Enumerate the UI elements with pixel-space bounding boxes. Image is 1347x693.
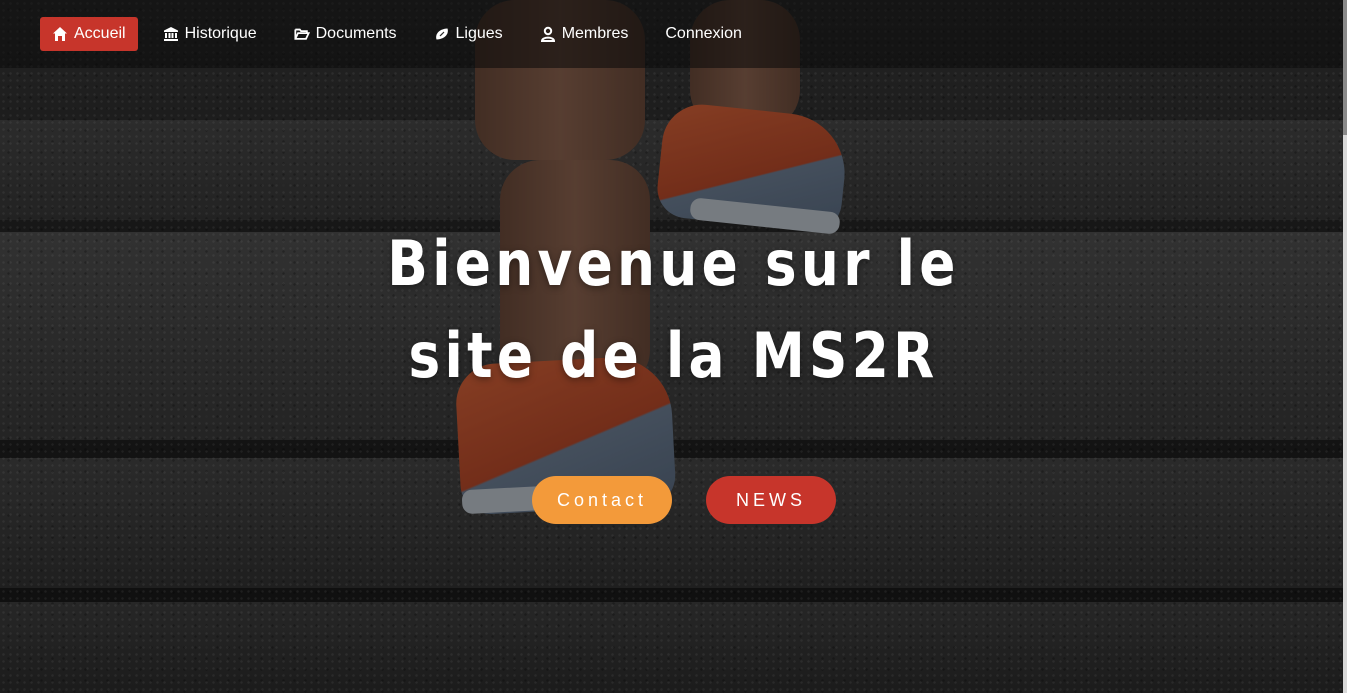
- nav-label: Connexion: [665, 25, 742, 42]
- news-button[interactable]: NEWS: [706, 476, 836, 524]
- football-icon: [435, 28, 448, 40]
- nav-item-accueil[interactable]: Accueil: [40, 17, 138, 51]
- bank-icon: [163, 27, 178, 41]
- contact-button[interactable]: Contact: [532, 476, 672, 524]
- home-icon: [53, 27, 67, 41]
- user-icon: [540, 26, 555, 42]
- nav-label: Ligues: [455, 25, 503, 42]
- hero-title: Bienvenue sur le site de la MS2R: [94, 218, 1252, 402]
- nav-item-documents[interactable]: Documents: [282, 17, 409, 51]
- nav-label: Accueil: [74, 25, 126, 42]
- nav-item-ligues[interactable]: Ligues: [422, 17, 515, 51]
- nav-label: Documents: [315, 25, 397, 42]
- scrollbar-thumb[interactable]: [1343, 0, 1347, 135]
- nav-item-membres[interactable]: Membres: [528, 17, 641, 51]
- nav-label: Membres: [561, 25, 629, 42]
- top-navbar: Accueil Historique Documents Ligues Memb…: [0, 0, 1343, 68]
- page-scrollbar[interactable]: [1343, 0, 1347, 693]
- folder-icon: [294, 28, 310, 40]
- hero-title-line-2: site de la MS2R: [408, 319, 939, 392]
- nav-item-connexion[interactable]: Connexion: [653, 17, 754, 51]
- nav-item-historique[interactable]: Historique: [151, 17, 269, 51]
- nav-label: Historique: [184, 25, 257, 42]
- hero-section: Accueil Historique Documents Ligues Memb…: [0, 0, 1347, 693]
- hero-title-line-1: Bienvenue sur le: [387, 227, 960, 300]
